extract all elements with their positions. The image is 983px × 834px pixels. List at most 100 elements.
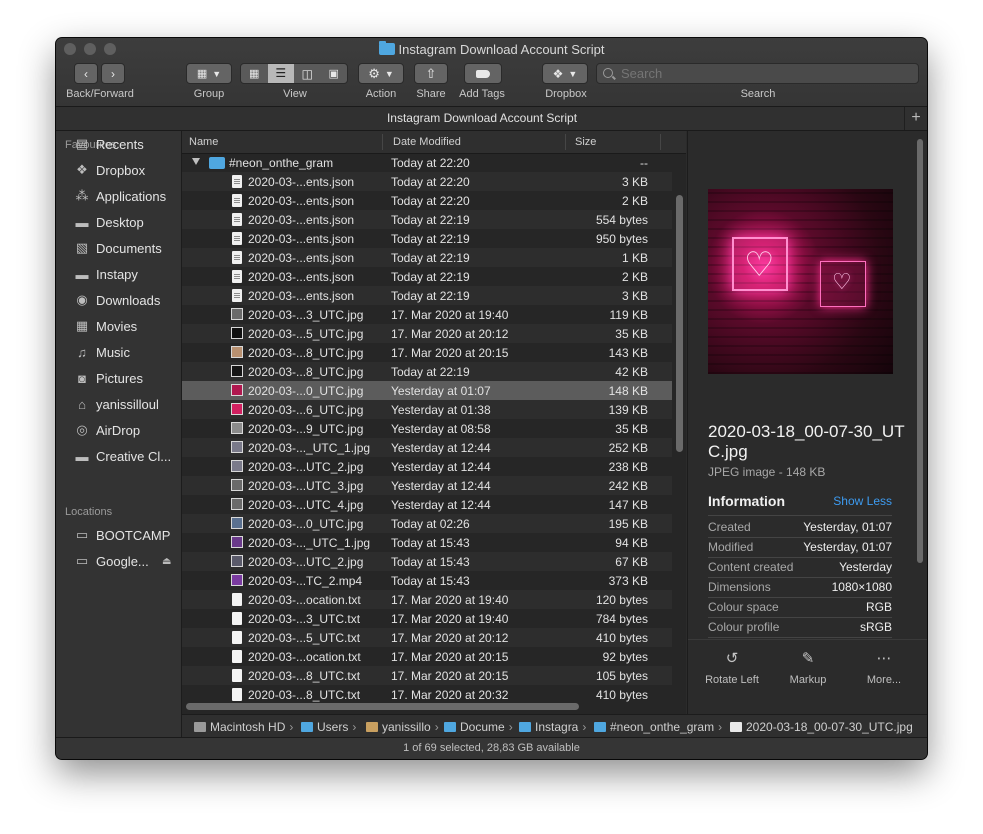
- sidebar-location-item[interactable]: ▭ Google... ⏏: [74, 551, 172, 571]
- column-view-button[interactable]: ◫: [294, 67, 321, 81]
- gallery-view-button[interactable]: ▣: [321, 67, 348, 80]
- sidebar-item[interactable]: ◙ Pictures: [74, 368, 143, 388]
- sidebar-item[interactable]: ⌂ yanissilloul: [74, 394, 159, 414]
- path-segment[interactable]: yanissillo ›: [366, 720, 439, 734]
- action-button[interactable]: ⚙ ▼: [358, 63, 404, 84]
- file-row[interactable]: 2020-03-...ents.json Today at 22:19 1 KB: [182, 248, 672, 267]
- path-segment[interactable]: Docume ›: [444, 720, 513, 734]
- file-row[interactable]: 2020-03-...UTC_2.jpg Yesterday at 12:44 23…: [182, 457, 672, 476]
- folder-row[interactable]: #neon_onthe_gram Today at 22:20 --: [182, 153, 672, 172]
- file-row[interactable]: 2020-03-...0_UTC.jpg Today at 02:26 195 KB: [182, 514, 672, 533]
- file-row[interactable]: 2020-03-...8_UTC.txt 17. Mar 2020 at 20:3…: [182, 685, 672, 704]
- path-segment[interactable]: #neon_onthe_gram ›: [594, 720, 722, 734]
- add-tags-button[interactable]: [464, 63, 502, 84]
- dropbox-icon: ❖: [552, 66, 564, 81]
- divider: [708, 597, 892, 598]
- forward-button[interactable]: ›: [101, 63, 125, 84]
- search-input[interactable]: [619, 65, 903, 82]
- info-value: Yesterday, 01:07: [803, 540, 892, 554]
- info-key: Dimensions: [708, 580, 771, 594]
- window-title: Instagram Download Account Script: [56, 41, 927, 57]
- file-row[interactable]: 2020-03-...ents.json Today at 22:20 3 KB: [182, 172, 672, 191]
- file-row[interactable]: 2020-03-...UTC_4.jpg Yesterday at 12:44 14…: [182, 495, 672, 514]
- eject-icon[interactable]: ⏏: [162, 556, 171, 567]
- file-size: 105 bytes: [595, 669, 648, 683]
- horizontal-scrollbar[interactable]: [186, 703, 579, 710]
- back-button[interactable]: ‹: [74, 63, 98, 84]
- rotate-left-button[interactable]: ↺ Rotate Left: [692, 650, 772, 686]
- document-icon: [232, 270, 242, 283]
- image-thumbnail-icon: [231, 574, 243, 586]
- markup-button[interactable]: ✎ Markup: [768, 650, 848, 686]
- path-segment[interactable]: Instagra ›: [519, 720, 586, 734]
- preview-scrollbar[interactable]: [917, 139, 923, 563]
- file-name: 2020-03-...ocation.txt: [248, 650, 361, 664]
- file-row[interactable]: 2020-03-...ents.json Today at 22:19 950 by…: [182, 229, 672, 248]
- file-row[interactable]: 2020-03-..._UTC_1.jpg Today at 15:43 94 KB: [182, 533, 672, 552]
- rotate-left-icon: ↺: [725, 650, 739, 667]
- file-row[interactable]: 2020-03-...8_UTC.jpg 17. Mar 2020 at 20:1…: [182, 343, 672, 362]
- file-row[interactable]: 2020-03-...3_UTC.txt 17. Mar 2020 at 19:4…: [182, 609, 672, 628]
- file-row[interactable]: 2020-03-...TC_2.mp4 Today at 15:43 373 KB: [182, 571, 672, 590]
- file-date: Today at 22:20: [391, 194, 470, 208]
- show-less-link[interactable]: Show Less: [833, 494, 892, 508]
- file-row[interactable]: 2020-03-...6_UTC.jpg Yesterday at 01:38 13…: [182, 400, 672, 419]
- sidebar-item[interactable]: ◎ AirDrop: [74, 420, 140, 440]
- sidebar-item[interactable]: ▦ Movies: [74, 316, 137, 336]
- path-segment[interactable]: Users ›: [301, 720, 356, 734]
- divider: [708, 637, 892, 638]
- sidebar-item[interactable]: ▬ Instapy: [74, 264, 138, 284]
- vertical-scrollbar[interactable]: [676, 195, 683, 452]
- file-row[interactable]: 2020-03-...ocation.txt 17. Mar 2020 at 19…: [182, 590, 672, 609]
- file-row[interactable]: 2020-03-...0_UTC.jpg Yesterday at 01:07 14…: [182, 381, 672, 400]
- preview-filename: 2020-03-18_00-07-30_UTC.jpg: [708, 422, 905, 461]
- sidebar-item[interactable]: ▬ Desktop: [74, 212, 144, 232]
- file-row[interactable]: 2020-03-...5_UTC.jpg 17. Mar 2020 at 20:1…: [182, 324, 672, 343]
- disclosure-triangle-icon[interactable]: [192, 158, 200, 165]
- sidebar-item[interactable]: ◉ Downloads: [74, 290, 160, 310]
- sidebar-item[interactable]: ▧ Documents: [74, 238, 162, 258]
- sidebar-item[interactable]: ❖ Dropbox: [74, 160, 145, 180]
- document-icon: [232, 213, 242, 226]
- name-column-header[interactable]: Name: [189, 136, 218, 148]
- group-button[interactable]: ▦ ▼: [186, 63, 232, 84]
- file-row[interactable]: 2020-03-...ents.json Today at 22:19 2 KB: [182, 267, 672, 286]
- path-segment[interactable]: 2020-03-18_00-07-30_UTC.jpg: [730, 720, 913, 734]
- sidebar-header-locations: Locations: [65, 506, 113, 518]
- file-row[interactable]: 2020-03-...9_UTC.jpg Yesterday at 08:58 35…: [182, 419, 672, 438]
- pictures-icon: ◙: [78, 370, 86, 386]
- sidebar-location-item[interactable]: ▭ BOOTCAMP: [74, 525, 171, 545]
- icon-view-button[interactable]: ▦: [241, 67, 268, 80]
- size-column-header[interactable]: Size: [575, 136, 596, 148]
- search-field[interactable]: [596, 63, 919, 84]
- sidebar-item[interactable]: ▤ Recents: [74, 134, 144, 154]
- sidebar-item[interactable]: ⁂ Applications: [74, 186, 167, 206]
- sidebar-item[interactable]: ▬ Creative Cl...: [74, 446, 172, 466]
- view-segmented-control[interactable]: ▦ ☰ ◫ ▣: [240, 63, 348, 84]
- chevron-right-icon: ›: [352, 720, 357, 734]
- file-row[interactable]: 2020-03-...UTC_2.jpg Today at 15:43 67 KB: [182, 552, 672, 571]
- file-row[interactable]: 2020-03-...3_UTC.jpg 17. Mar 2020 at 19:4…: [182, 305, 672, 324]
- file-row[interactable]: 2020-03-...8_UTC.jpg Today at 22:19 42 KB: [182, 362, 672, 381]
- share-button[interactable]: ⇧: [414, 63, 448, 84]
- file-row[interactable]: 2020-03-...5_UTC.txt 17. Mar 2020 at 20:1…: [182, 628, 672, 647]
- dropbox-button[interactable]: ❖ ▼: [542, 63, 588, 84]
- file-row[interactable]: 2020-03-..._UTC_1.jpg Yesterday at 12:44 2…: [182, 438, 672, 457]
- file-row[interactable]: 2020-03-...ents.json Today at 22:20 2 KB: [182, 191, 672, 210]
- file-row[interactable]: 2020-03-...ents.json Today at 22:19 554 by…: [182, 210, 672, 229]
- list-view-button[interactable]: ☰: [267, 64, 294, 83]
- file-row[interactable]: 2020-03-...ocation.txt 17. Mar 2020 at 20…: [182, 647, 672, 666]
- file-row[interactable]: 2020-03-...8_UTC.txt 17. Mar 2020 at 20:1…: [182, 666, 672, 685]
- file-row[interactable]: 2020-03-...ents.json Today at 22:19 3 KB: [182, 286, 672, 305]
- path-segment[interactable]: Macintosh HD ›: [194, 720, 293, 734]
- sidebar-item[interactable]: ♫ Music: [74, 342, 130, 362]
- tab-bar: Instagram Download Account Script +: [56, 107, 927, 131]
- image-thumbnail-icon: [231, 346, 243, 358]
- date-column-header[interactable]: Date Modified: [393, 136, 461, 148]
- recents-icon: ▤: [75, 136, 89, 151]
- more-button[interactable]: ⋯ More...: [844, 650, 924, 686]
- file-row[interactable]: 2020-03-...UTC_3.jpg Yesterday at 12:44 24…: [182, 476, 672, 495]
- sidebar-item-label: Downloads: [96, 292, 161, 308]
- new-tab-button[interactable]: +: [904, 107, 927, 130]
- tab-title[interactable]: Instagram Download Account Script: [56, 111, 908, 125]
